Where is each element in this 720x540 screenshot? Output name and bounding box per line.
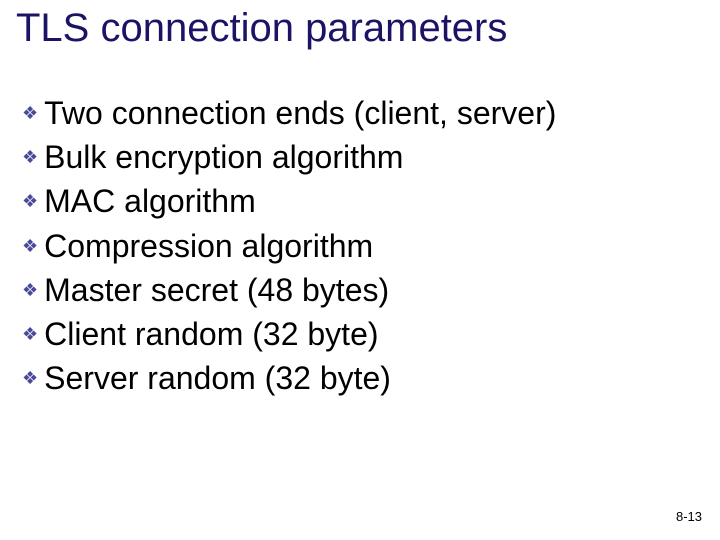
- list-item-text: MAC algorithm: [44, 180, 256, 222]
- diamond-bullet-icon: ❖: [22, 146, 38, 170]
- list-item-text: Client random (32 byte): [44, 313, 378, 355]
- page-number: 8-13: [676, 509, 702, 524]
- list-item: ❖ Client random (32 byte): [22, 313, 700, 355]
- diamond-bullet-icon: ❖: [22, 367, 38, 391]
- slide-body: ❖ Two connection ends (client, server) ❖…: [22, 92, 700, 402]
- diamond-bullet-icon: ❖: [22, 279, 38, 303]
- list-item: ❖ Compression algorithm: [22, 225, 700, 267]
- list-item-text: Bulk encryption algorithm: [44, 136, 403, 178]
- slide-title: TLS connection parameters: [16, 6, 507, 51]
- list-item: ❖ MAC algorithm: [22, 180, 700, 222]
- list-item-text: Server random (32 byte): [44, 357, 391, 399]
- list-item: ❖ Bulk encryption algorithm: [22, 136, 700, 178]
- diamond-bullet-icon: ❖: [22, 323, 38, 347]
- list-item-text: Two connection ends (client, server): [44, 92, 556, 134]
- diamond-bullet-icon: ❖: [22, 235, 38, 259]
- list-item: ❖ Server random (32 byte): [22, 357, 700, 399]
- slide: TLS connection parameters ❖ Two connecti…: [0, 0, 720, 540]
- list-item-text: Compression algorithm: [44, 225, 373, 267]
- list-item: ❖ Master secret (48 bytes): [22, 269, 700, 311]
- list-item: ❖ Two connection ends (client, server): [22, 92, 700, 134]
- diamond-bullet-icon: ❖: [22, 190, 38, 214]
- list-item-text: Master secret (48 bytes): [44, 269, 389, 311]
- diamond-bullet-icon: ❖: [22, 102, 38, 126]
